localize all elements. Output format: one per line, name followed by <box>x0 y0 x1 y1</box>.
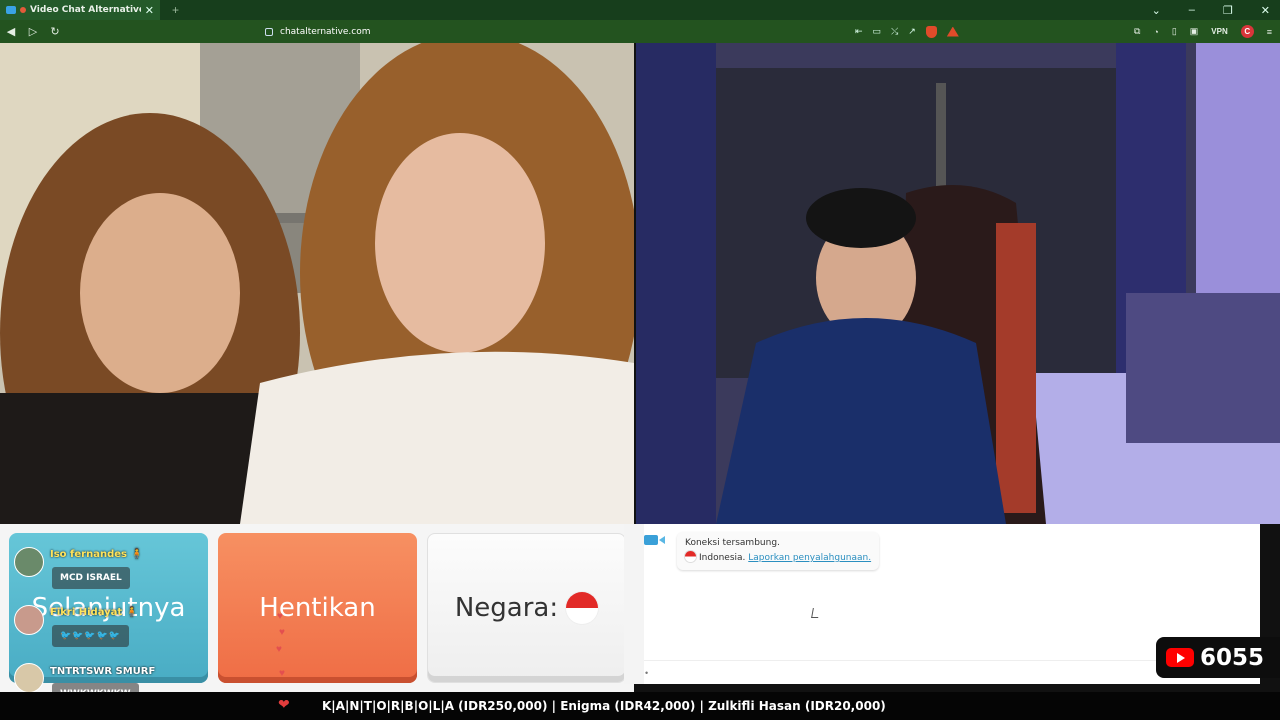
country-filter-button[interactable]: Negara: <box>427 533 626 683</box>
tab-title: Video Chat Alternative - A Fr <box>30 5 141 15</box>
stream-chat-message: MCD ISRAEL <box>52 567 130 589</box>
youtube-icon <box>1166 648 1194 667</box>
self-video-frame <box>636 43 1280 524</box>
self-video <box>636 43 1280 524</box>
indonesia-flag-icon <box>566 592 599 624</box>
system-message: Koneksi tersambung. Indonesia. Laporkan … <box>677 532 880 570</box>
address-bar-tools: ⇤ ▭ ⤯ ↗ <box>855 20 959 43</box>
avatar <box>14 547 44 577</box>
browser-right-tools: ⧉ ◔ ▯ ▣ VPN C ≡ <box>1134 20 1272 43</box>
report-abuse-link[interactable]: Laporkan penyalahgunaan. <box>748 553 871 563</box>
heart-icon: ♥ <box>279 627 285 638</box>
heart-icon: ♥ <box>276 644 282 655</box>
viewer-count: 6055 <box>1200 644 1265 671</box>
minimize-icon[interactable]: – <box>1189 4 1195 16</box>
chat-icon[interactable]: ◔ <box>1153 27 1158 37</box>
partner-video-frame <box>0 43 634 524</box>
cast-icon[interactable]: ▭ <box>873 26 882 37</box>
chat-scrollbar[interactable] <box>624 524 644 684</box>
donation-ticker: ❤ K|A|N|T|O|R|B|O|L|A (IDR250,000) | Eni… <box>0 692 1280 720</box>
country-label: Negara: <box>454 593 559 623</box>
browser-toolbar: ◀ ▷ ↻ chatalternative.com ⇤ ▭ ⤯ ↗ ⧉ ◔ ▯ … <box>0 20 1280 43</box>
country-line: Indonesia. Laporkan penyalahgunaan. <box>685 551 871 566</box>
maximize-icon[interactable]: ❐ <box>1223 4 1233 17</box>
heart-icon: ❤ <box>278 696 290 712</box>
site-info-icon[interactable] <box>265 27 273 36</box>
new-tab-button[interactable]: + <box>172 3 179 17</box>
heart-icon: ♥ <box>279 668 285 679</box>
floating-hearts: ♥ ♥ ♥ ♥ <box>275 612 289 692</box>
browser-tab[interactable]: Video Chat Alternative - A Fr ✕ <box>0 0 160 20</box>
vpn-button[interactable]: VPN <box>1211 27 1227 36</box>
stream-chat-author: TNTRTSWR SMURF <box>50 666 156 677</box>
speaker-icon <box>659 536 665 544</box>
url-text: chatalternative.com <box>280 26 371 37</box>
mouse-cursor-icon <box>811 608 820 618</box>
rewards-icon[interactable] <box>946 26 959 37</box>
browser-tab-bar: Video Chat Alternative - A Fr ✕ + ⌄ – ❐ … <box>0 0 1280 20</box>
partner-video <box>0 43 634 524</box>
viewer-count-badge: 6055 <box>1156 637 1280 678</box>
address-bar[interactable]: chatalternative.com <box>265 23 955 40</box>
indonesia-flag-icon <box>685 551 696 562</box>
translate-icon[interactable]: ⤯ <box>891 26 898 37</box>
donation-ticker-text: K|A|N|T|O|R|B|O|L|A (IDR250,000) | Enigm… <box>322 699 886 713</box>
window-controls: ⌄ – ❐ ✕ <box>1152 0 1270 20</box>
stream-chat-author: Fikri Hidayat 🧍 <box>50 607 139 618</box>
reload-icon[interactable]: ↻ <box>44 25 66 38</box>
forward-icon[interactable]: ▷ <box>22 25 44 38</box>
video-camera-icon <box>6 6 16 14</box>
stream-chat-overlay: Iso fernandes 🧍 MCD ISRAEL Fikri Hidayat… <box>10 545 210 705</box>
sidebar-icon[interactable]: ▯ <box>1172 26 1177 37</box>
video-camera-icon <box>644 535 658 545</box>
stream-chat-author: Iso fernandes 🧍 <box>50 549 143 560</box>
chat-input[interactable]: • <box>645 668 648 678</box>
recording-icon <box>20 7 26 13</box>
close-window-icon[interactable]: ✕ <box>1261 4 1270 17</box>
stream-chat-message: 🐦🐦🐦🐦🐦 <box>52 625 130 647</box>
avatar <box>14 663 44 693</box>
brave-shield-icon[interactable] <box>925 25 937 38</box>
avatar <box>14 605 44 635</box>
menu-icon[interactable]: ≡ <box>1267 27 1272 37</box>
tab-close-button[interactable]: ✕ <box>145 4 154 17</box>
connection-status: Koneksi tersambung. <box>685 538 780 548</box>
profile-icon[interactable]: C <box>1240 25 1254 38</box>
back-icon[interactable]: ◀ <box>0 25 22 38</box>
heart-icon: ♥ <box>277 611 283 622</box>
share-icon[interactable]: ⇤ <box>855 26 863 37</box>
tab-search-icon[interactable]: ⌄ <box>1152 4 1161 17</box>
wallet-icon[interactable]: ▣ <box>1190 26 1199 37</box>
stop-button[interactable]: Hentikan <box>218 533 417 683</box>
extensions-icon[interactable]: ⧉ <box>1134 26 1140 37</box>
send-icon[interactable]: ↗ <box>908 26 916 37</box>
country-name: Indonesia. <box>699 553 746 563</box>
screen: Video Chat Alternative - A Fr ✕ + ⌄ – ❐ … <box>0 0 1280 720</box>
